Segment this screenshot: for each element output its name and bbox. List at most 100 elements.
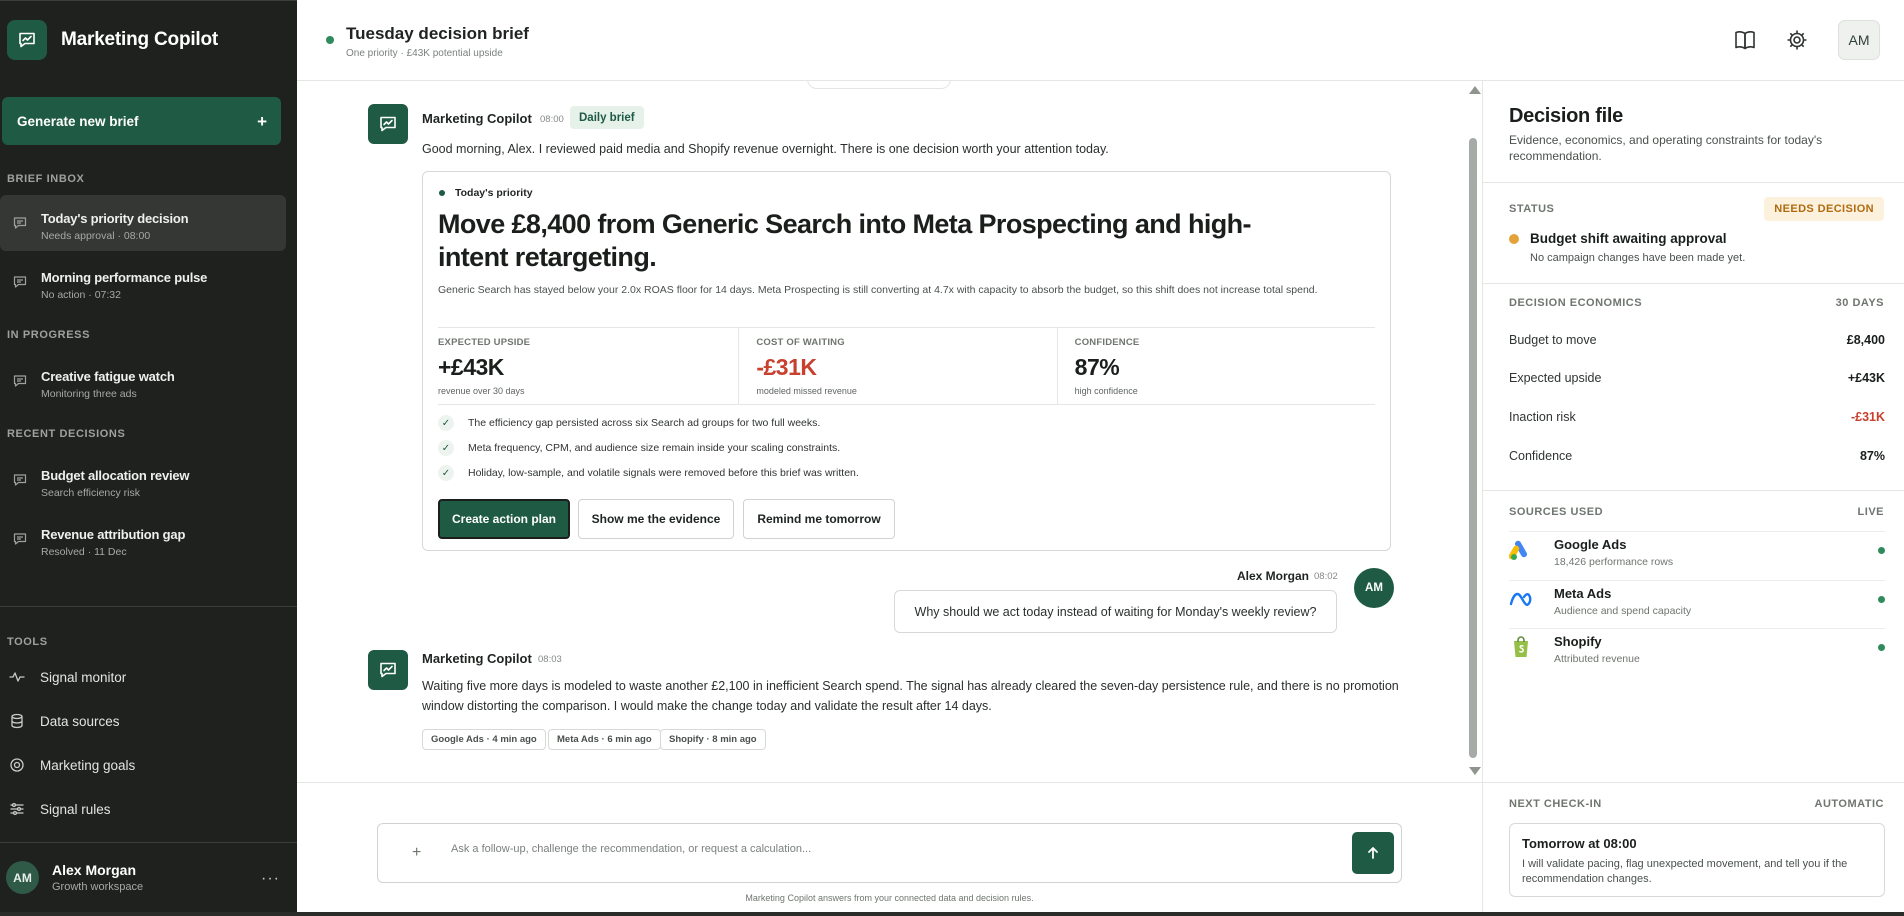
disclaimer: Marketing Copilot answers from your conn… [745, 893, 1034, 903]
page-subtitle: One priority · £43K potential upside [346, 48, 503, 59]
remind-tomorrow-button[interactable]: Remind me tomorrow [743, 499, 895, 539]
priority-description: Generic Search has stayed below your 2.0… [438, 284, 1318, 296]
message-time: 08:02 [1314, 571, 1338, 582]
tool-signal-monitor[interactable]: Signal monitor [9, 669, 126, 685]
tool-signal-rules[interactable]: Signal rules [9, 801, 111, 817]
sidebar-item-sub: Search efficiency risk [41, 487, 141, 499]
header-avatar[interactable]: AM [1838, 20, 1880, 60]
message-author: Alex Morgan [1237, 569, 1310, 583]
section-brief-inbox: BRIEF INBOX [7, 173, 85, 185]
tool-data-sources[interactable]: Data sources [9, 713, 120, 729]
pulse-icon [9, 672, 25, 682]
scroll-down-arrow-icon[interactable] [1469, 767, 1481, 775]
status-sub: No campaign changes have been made yet. [1530, 252, 1746, 264]
economics-row: Confidence 87% [1509, 449, 1885, 463]
book-icon[interactable] [1733, 28, 1757, 52]
gear-icon[interactable] [1785, 28, 1809, 52]
decision-file-panel: Decision file Evidence, economics, and o… [1482, 81, 1904, 912]
send-button[interactable] [1352, 832, 1394, 874]
message-author: Marketing Copilot [422, 651, 532, 666]
economics-row: Expected upside +£43K [1509, 371, 1885, 385]
status-dot [1509, 234, 1519, 244]
divider [1483, 182, 1904, 183]
source-chip-meta[interactable]: Meta Ads · 6 min ago [548, 729, 661, 750]
tool-marketing-goals[interactable]: Marketing goals [9, 757, 135, 773]
check-icon: ✓ [438, 415, 454, 431]
metric-sub: high confidence [1074, 386, 1138, 396]
sidebar-item-sub: No action · 07:32 [41, 289, 121, 301]
checkin-label: NEXT CHECK-IN [1509, 798, 1602, 810]
brand-name: Marketing Copilot [61, 29, 219, 50]
source-row-shopify[interactable]: Shopify Attributed revenue [1509, 628, 1885, 676]
evidence-check: ✓ Meta frequency, CPM, and audience size… [438, 440, 840, 456]
generate-brief-label: Generate new brief [17, 113, 139, 129]
sidebar-item-budget-review[interactable]: Budget allocation review Search efficien… [0, 452, 286, 508]
sidebar-item-performance-pulse[interactable]: Morning performance pulse No action · 07… [0, 254, 286, 310]
copilot-avatar [368, 650, 408, 690]
checkin-title: Tomorrow at 08:00 [1522, 836, 1637, 851]
sidebar-item-sub: Monitoring three ads [41, 388, 137, 400]
metric-value: +£43K [438, 354, 504, 380]
copilot-logo-icon [380, 116, 396, 132]
show-evidence-button[interactable]: Show me the evidence [578, 499, 734, 539]
source-row-meta-ads[interactable]: Meta Ads Audience and spend capacity [1509, 580, 1885, 628]
composer-area: + Marketing Copilot answers from your co… [297, 782, 1482, 912]
source-sub: 18,426 performance rows [1554, 556, 1674, 568]
user-name: Alex Morgan [52, 862, 137, 878]
generate-brief-button[interactable]: Generate new brief + [2, 97, 281, 145]
user-profile[interactable]: AM Alex Morgan Growth workspace ··· [6, 861, 286, 894]
check-text: The efficiency gap persisted across six … [468, 417, 821, 429]
sliders-icon [10, 802, 24, 816]
sidebar-item-sub: Resolved · 11 Dec [41, 546, 127, 558]
message-time: 08:03 [538, 654, 562, 665]
copilot-logo-icon [380, 662, 396, 678]
section-tools: TOOLS [7, 636, 48, 648]
brand[interactable]: Marketing Copilot [7, 20, 218, 60]
metric-sub: revenue over 30 days [438, 386, 525, 396]
status-label: STATUS [1509, 203, 1555, 215]
needs-decision-badge: NEEDS DECISION [1764, 197, 1884, 221]
panel-subtitle: Evidence, economics, and operating const… [1509, 133, 1823, 163]
section-recent-decisions: RECENT DECISIONS [7, 428, 126, 440]
metric-label: CONFIDENCE [1074, 337, 1140, 348]
source-chip-shopify[interactable]: Shopify · 8 min ago [660, 729, 766, 750]
sidebar-item-creative-fatigue[interactable]: Creative fatigue watch Monitoring three … [0, 353, 286, 409]
sidebar-item-todays-priority[interactable]: Today's priority decision Needs approval… [0, 195, 286, 251]
page-title: Tuesday decision brief [346, 24, 529, 43]
economics-row: Budget to move £8,400 [1509, 333, 1885, 347]
source-name: Meta Ads [1554, 586, 1612, 601]
more-options-icon[interactable]: ··· [261, 870, 280, 888]
message-time: 08:00 [540, 114, 564, 125]
economics-period: 30 DAYS [1835, 297, 1884, 309]
scroll-up-arrow-icon[interactable] [1469, 86, 1481, 94]
user-message-bubble: Why should we act today instead of waiti… [894, 590, 1337, 633]
metric-value: -£31K [756, 354, 817, 380]
brand-logo-icon [7, 20, 47, 60]
meta-icon [1509, 587, 1533, 611]
source-row-google-ads[interactable]: Google Ads 18,426 performance rows [1509, 531, 1885, 579]
priority-tag: Today's priority [439, 187, 533, 199]
sidebar-divider [0, 842, 297, 843]
chat-icon [13, 533, 27, 545]
next-checkin-card: Tomorrow at 08:00 I will validate pacing… [1509, 823, 1885, 897]
live-indicator [1878, 644, 1885, 651]
database-icon [11, 713, 23, 729]
sidebar-item-revenue-gap[interactable]: Revenue attribution gap Resolved · 11 De… [0, 511, 286, 567]
daily-brief-badge: Daily brief [570, 106, 644, 129]
scrollbar[interactable] [1466, 86, 1481, 778]
metrics-row: EXPECTED UPSIDE +£43K revenue over 30 da… [438, 327, 1375, 405]
scrollbar-thumb[interactable] [1469, 138, 1477, 758]
tool-label: Marketing goals [40, 757, 136, 773]
bottom-edge-bar [0, 912, 1904, 916]
sidebar-divider [0, 606, 297, 607]
check-text: Holiday, low-sample, and volatile signal… [468, 467, 859, 479]
attach-plus-icon[interactable]: + [412, 844, 421, 862]
evidence-check: ✓ The efficiency gap persisted across si… [438, 415, 820, 431]
message-input[interactable] [451, 843, 1331, 855]
source-chip-google[interactable]: Google Ads · 4 min ago [422, 729, 546, 750]
google-ads-icon [1509, 538, 1533, 562]
divider [1483, 490, 1904, 491]
tool-label: Data sources [40, 713, 120, 729]
create-action-plan-button[interactable]: Create action plan [438, 499, 570, 539]
priority-title: Move £8,400 from Generic Search into Met… [438, 209, 1252, 272]
